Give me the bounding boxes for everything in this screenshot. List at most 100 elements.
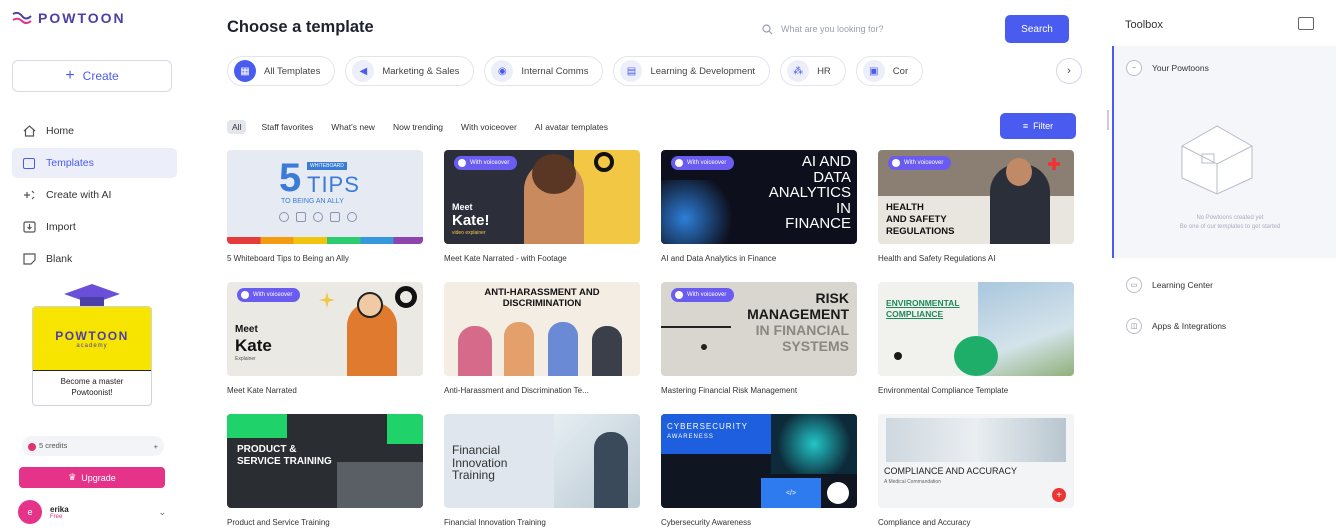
academy-sub: academy	[76, 342, 108, 349]
filter-button[interactable]: ≡ Filter	[1000, 113, 1076, 139]
thumb-line: FINANCE	[785, 215, 851, 232]
create-button[interactable]: + Create	[12, 60, 172, 92]
template-card[interactable]: PRODUCT & SERVICE TRAINING Product and S…	[227, 414, 423, 527]
template-thumbnail: With voiceover RISK MANAGEMENT IN FINANC…	[661, 282, 857, 376]
tab-learning-development[interactable]: ▤ Learning & Development	[613, 56, 771, 86]
tab-hr[interactable]: ⁂ HR	[780, 56, 846, 86]
thumb-number: 5	[279, 156, 302, 200]
tab-label: All Templates	[264, 65, 321, 77]
template-title: Financial Innovation Training	[444, 518, 546, 527]
mic-icon	[675, 291, 683, 299]
template-card[interactable]: ENVIRONMENTAL COMPLIANCE Environmental C…	[878, 282, 1074, 395]
thumb-line: Financial	[452, 443, 501, 457]
filter-label: Filter	[1033, 121, 1054, 131]
category-tabs: ▦ All Templates ◀ Marketing & Sales ◉ In…	[227, 56, 1089, 86]
thumb-title: Financial Innovation Training	[452, 444, 507, 482]
avatar: e	[18, 500, 42, 524]
template-card[interactable]: COMPLIANCE AND ACCURACY A Medical Comman…	[878, 414, 1074, 527]
sidebar-item-create-with-ai[interactable]: Create with AI	[12, 180, 177, 210]
app: POWTOON + Create Home Templates Create w	[0, 0, 1341, 532]
empty-line: Be one of our templates to get started	[1179, 224, 1281, 230]
section-apps-integrations[interactable]: ◫ Apps & Integrations	[1126, 318, 1226, 334]
search-input[interactable]: What are you looking for?	[748, 15, 984, 43]
template-card[interactable]: With voiceover AI AND DATA ANALYTICS IN …	[661, 150, 857, 263]
brand-name: POWTOON	[38, 10, 126, 26]
chip-whats-new[interactable]: What's new	[328, 120, 378, 134]
thumb-line: ENVIRONMENTAL	[886, 298, 960, 308]
chip-now-trending[interactable]: Now trending	[390, 120, 446, 134]
chip-staff-favorites[interactable]: Staff favorites	[258, 120, 316, 134]
template-card[interactable]: With voiceover Meet Kate Explainer Meet …	[227, 282, 423, 395]
tab-marketing-sales[interactable]: ◀ Marketing & Sales	[345, 56, 475, 86]
thumb-subtitle: Kate!	[452, 212, 490, 229]
add-credits-icon[interactable]: +	[154, 442, 158, 451]
thumb-line: MANAGEMENT	[747, 306, 849, 322]
section-your-powtoons[interactable]: − Your Powtoons	[1126, 60, 1209, 76]
voiceover-badge: With voiceover	[671, 288, 735, 302]
search-icon	[762, 23, 773, 34]
toolbox-title: Toolbox	[1125, 19, 1163, 31]
template-card[interactable]: With voiceover RISK MANAGEMENT IN FINANC…	[661, 282, 857, 395]
credits-icon	[28, 442, 36, 451]
thumb-line: CYBERSECURITY	[667, 422, 749, 431]
book-icon: ▤	[620, 60, 643, 82]
thumb-line: AWARENESS	[667, 434, 714, 440]
voiceover-label: With voiceover	[253, 292, 293, 298]
thumb-title: PRODUCT & SERVICE TRAINING	[237, 444, 332, 468]
sidebar-item-templates[interactable]: Templates	[12, 148, 177, 178]
template-card[interactable]: ANTI-HARASSMENT AND DISCRIMINATION Anti-…	[444, 282, 640, 395]
tab-corporate[interactable]: ▣ Cor	[855, 56, 924, 86]
sidebar-item-home[interactable]: Home	[12, 116, 177, 146]
powtoon-logo[interactable]: POWTOON	[12, 10, 126, 26]
sidebar-item-blank[interactable]: Blank	[12, 244, 177, 274]
thumb-line: DATA	[813, 168, 851, 186]
chevron-right-icon[interactable]: ›	[1056, 58, 1082, 84]
chip-with-voiceover[interactable]: With voiceover	[458, 120, 520, 134]
empty-line: No Powtoons created yet	[1196, 215, 1264, 221]
credits-counter[interactable]: 5 credits +	[22, 436, 164, 456]
template-card[interactable]: With voiceover HEALTH AND SAFETY REGULAT…	[878, 150, 1074, 263]
template-card[interactable]: </> CYBERSECURITY AWARENESS Cybersecurit…	[661, 414, 857, 527]
upgrade-button[interactable]: ♛ Upgrade	[19, 467, 165, 488]
academy-text-line1: Become a master	[60, 377, 124, 386]
plus-badge-icon: +	[1052, 488, 1066, 502]
chip-ai-avatar-templates[interactable]: AI avatar templates	[532, 120, 611, 134]
section-label: Your Powtoons	[1152, 63, 1209, 73]
section-learning-center[interactable]: ▭ Learning Center	[1126, 277, 1213, 293]
credits-text: 5 credits	[39, 441, 68, 451]
templates-icon	[22, 156, 36, 170]
academy-promo[interactable]: POWTOON academy Become a master Powtooni…	[32, 282, 152, 406]
lab-image	[886, 418, 1066, 462]
template-card[interactable]: Financial Innovation Training Financial …	[444, 414, 640, 527]
thumb-title: Meet	[235, 324, 258, 335]
template-card[interactable]: With voiceover Meet Kate! video explaine…	[444, 150, 640, 263]
user-menu[interactable]: e erika Free ⌄	[18, 500, 166, 524]
template-title: Health and Safety Regulations AI	[878, 254, 996, 263]
thumb-title: ANTI-HARASSMENT AND DISCRIMINATION	[444, 282, 640, 316]
panel-resize-handle[interactable]	[1107, 110, 1109, 130]
template-thumbnail: 5 WHITEBOARD TIPS TO BEING AN ALLY	[227, 150, 423, 244]
template-card[interactable]: 5 WHITEBOARD TIPS TO BEING AN ALLY 5 Whi…	[227, 150, 423, 263]
tab-internal-comms[interactable]: ◉ Internal Comms	[484, 56, 604, 86]
tab-all-templates[interactable]: ▦ All Templates	[227, 56, 336, 86]
panel-collapse-icon[interactable]	[1298, 17, 1314, 30]
thumb-line: A Medical Commandation	[884, 479, 941, 485]
plus-icon: +	[65, 67, 75, 84]
thumb-line: REGULATIONS	[886, 226, 955, 237]
empty-folder-illustration	[1181, 125, 1253, 195]
template-title: Meet Kate Narrated	[227, 386, 297, 395]
sparkle-icon	[319, 292, 335, 308]
sidebar-item-import[interactable]: Import	[12, 212, 177, 242]
thumb-title: RISK MANAGEMENT IN FINANCIAL SYSTEMS	[747, 290, 849, 354]
chip-all[interactable]: All	[227, 120, 247, 134]
sidebar-item-label: Blank	[46, 253, 73, 265]
toolbox-panel: Toolbox − Your Powtoons No Powtoons crea…	[1112, 0, 1341, 532]
thumb-line: PRODUCT &	[237, 444, 297, 455]
mic-icon	[241, 291, 249, 299]
search-button[interactable]: Search	[1005, 15, 1069, 43]
home-icon	[22, 124, 36, 138]
thumb-title: Meet	[452, 202, 473, 212]
thumb-line: ANALYTICS	[768, 184, 851, 201]
template-thumbnail: ANTI-HARASSMENT AND DISCRIMINATION	[444, 282, 640, 376]
apps-icon: ◫	[1126, 318, 1142, 334]
